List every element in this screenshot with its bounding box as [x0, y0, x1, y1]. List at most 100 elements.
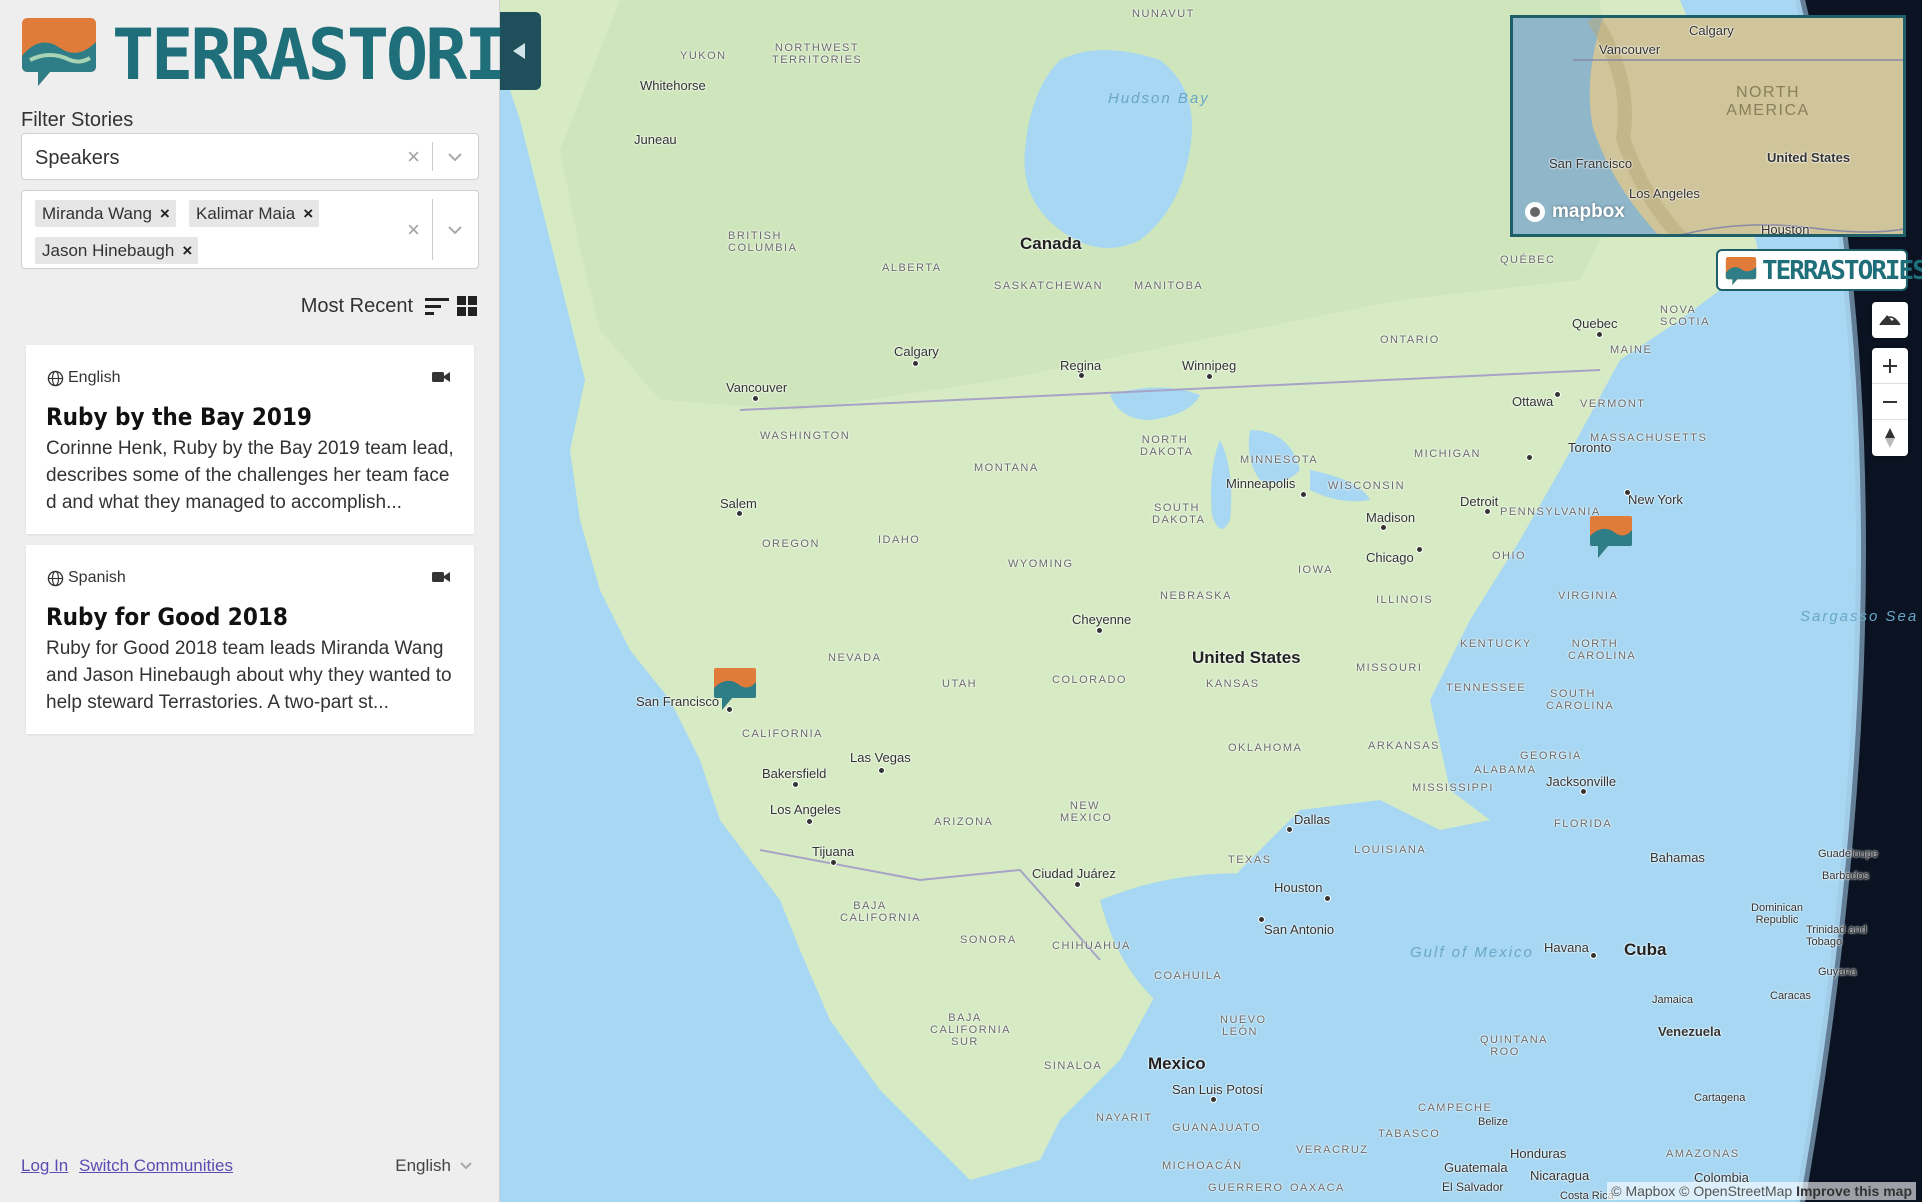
label-region: OKLAHOMA — [1228, 742, 1303, 754]
city-dot — [1484, 508, 1491, 515]
speaker-chip-label: Miranda Wang — [42, 204, 152, 223]
label-region: ONTARIO — [1380, 334, 1440, 346]
filter-category-select[interactable]: Speakers × — [21, 133, 479, 180]
chevron-down-icon[interactable] — [446, 148, 464, 166]
globe-icon — [47, 570, 64, 586]
grid-view-icon[interactable] — [457, 296, 477, 316]
label-city: Barbados — [1822, 870, 1870, 882]
label-region: VERMONT — [1580, 398, 1646, 410]
map-style-control — [1872, 302, 1908, 338]
compass-button[interactable] — [1872, 420, 1908, 456]
label-city: San Luis Potosí — [1172, 1082, 1264, 1097]
speakers-multiselect[interactable]: Miranda Wang × Kalimar Maia × Jason Hineba… — [21, 190, 479, 269]
label-city: Tijuana — [812, 844, 855, 859]
city-dot — [1624, 489, 1631, 496]
story-language-label: Spanish — [68, 569, 126, 586]
label-city: Madison — [1366, 510, 1416, 525]
login-link[interactable]: Log In — [21, 1156, 68, 1175]
label-hudson-bay: Hudson Bay — [1108, 90, 1210, 107]
label-region: SINALOA — [1044, 1060, 1103, 1072]
chevron-down-icon[interactable] — [446, 221, 464, 239]
label-city: Nicaragua — [1530, 1168, 1590, 1183]
zoom-out-button[interactable] — [1872, 384, 1908, 420]
video-icon — [432, 572, 450, 582]
label-region: GUERRERO — [1208, 1182, 1284, 1194]
clear-all-icon[interactable]: × — [407, 217, 420, 243]
language-select[interactable]: English — [395, 1156, 473, 1176]
city-dot — [1074, 881, 1081, 888]
label-region: MICHOACÁN — [1162, 1160, 1243, 1172]
label-region: TEXAS — [1228, 854, 1272, 866]
story-marker-icon[interactable] — [1588, 514, 1634, 560]
remove-chip-icon[interactable]: × — [182, 237, 192, 264]
improve-map-link[interactable]: Improve this map — [1796, 1183, 1912, 1199]
label-region: CAMPECHE — [1418, 1102, 1493, 1114]
city-dot — [1300, 491, 1307, 498]
zoom-in-button[interactable] — [1872, 348, 1908, 384]
speaker-chip-label: Jason Hinebaugh — [42, 241, 175, 260]
label-city: Dallas — [1294, 812, 1331, 827]
clear-icon[interactable]: × — [407, 144, 420, 170]
speaker-chip: Miranda Wang × — [35, 200, 176, 227]
app-logo: TERRASTORIES — [20, 16, 585, 90]
map-style-button[interactable] — [1872, 302, 1908, 338]
label-city: Toronto — [1568, 440, 1612, 455]
label-city: Las Vegas — [850, 750, 911, 765]
minimap[interactable]: Calgary Vancouver NORTH AMERICA United S… — [1510, 15, 1906, 237]
attribution-osm[interactable]: © OpenStreetMap — [1679, 1183, 1792, 1199]
map-attribution: © Mapbox © OpenStreetMap Improve this ma… — [1607, 1182, 1916, 1200]
story-card[interactable]: Spanish Ruby for Good 2018 Ruby for Good… — [26, 545, 474, 734]
speaker-chip-label: Kalimar Maia — [196, 204, 296, 223]
label-region: MISSOURI — [1356, 662, 1423, 674]
label-region: TENNESSEE — [1446, 682, 1527, 694]
label-city: Winnipeg — [1182, 358, 1237, 373]
collapse-sidebar-button[interactable] — [500, 12, 541, 90]
divider — [432, 142, 433, 171]
remove-chip-icon[interactable]: × — [160, 200, 170, 227]
label-region: MINNESOTA — [1240, 454, 1319, 466]
label-region: OHIO — [1492, 550, 1527, 562]
city-dot — [830, 859, 837, 866]
label-region: OAXACA — [1290, 1182, 1345, 1194]
globe-icon — [47, 370, 64, 386]
story-marker-icon[interactable] — [712, 666, 758, 712]
label-region: QUINTANA ROO — [1480, 1034, 1549, 1058]
label-region: CALIFORNIA — [742, 728, 824, 740]
label-region: KANSAS — [1206, 678, 1260, 690]
label-city: Costa Rica — [1560, 1190, 1614, 1202]
label-region: NEBRASKA — [1160, 590, 1232, 602]
label-city: Ottawa — [1512, 394, 1554, 409]
map-brand-badge: TERRASTORIES — [1716, 249, 1922, 291]
city-dot — [1206, 373, 1213, 380]
remove-chip-icon[interactable]: × — [303, 200, 313, 227]
minimap-label: Vancouver — [1599, 42, 1661, 57]
label-venezuela: Venezuela — [1658, 1024, 1721, 1039]
story-description: Ruby for Good 2018 team leads Miranda Wa… — [46, 638, 452, 713]
story-title: Ruby by the Bay 2019 — [46, 403, 312, 431]
label-sargasso-sea: Sargasso Sea — [1800, 608, 1919, 625]
label-region: NORTH CAROLINA — [1568, 638, 1637, 662]
label-region: PENNSYLVANIA — [1500, 506, 1601, 518]
label-region: NORTH DAKOTA — [1140, 434, 1194, 458]
label-region: UTAH — [942, 678, 978, 690]
label-region: VERACRUZ — [1296, 1144, 1369, 1156]
label-region: COLORADO — [1052, 674, 1127, 686]
city-dot — [1078, 372, 1085, 379]
label-city: Regina — [1060, 358, 1102, 373]
sort-label[interactable]: Most Recent — [301, 295, 413, 318]
label-mexico: Mexico — [1148, 1054, 1206, 1073]
sort-list-icon[interactable] — [425, 296, 449, 316]
label-gulf-of-mexico: Gulf of Mexico — [1410, 944, 1534, 961]
city-dot — [1096, 627, 1103, 634]
label-region: MANITOBA — [1134, 280, 1204, 292]
label-region: NEW MEXICO — [1060, 800, 1113, 824]
label-cuba: Cuba — [1624, 940, 1667, 959]
label-city: Minneapolis — [1226, 476, 1296, 491]
story-card[interactable]: English Ruby by the Bay 2019 Corinne Hen… — [26, 345, 474, 534]
label-city: Honduras — [1510, 1146, 1567, 1161]
label-region: SOUTH DAKOTA — [1152, 502, 1206, 526]
label-region: GEORGIA — [1520, 750, 1582, 762]
filter-stories-label: Filter Stories — [21, 109, 134, 131]
switch-communities-link[interactable]: Switch Communities — [79, 1156, 233, 1175]
attribution-mapbox[interactable]: © Mapbox — [1611, 1183, 1675, 1199]
